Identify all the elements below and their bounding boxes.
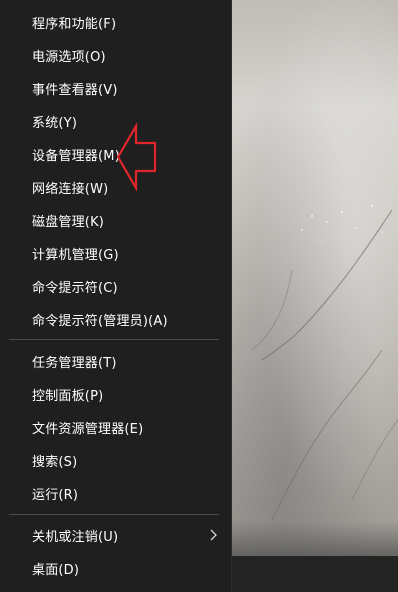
menu-separator [9,339,219,340]
taskbar-strip [232,556,398,592]
desktop-wallpaper [232,0,398,592]
menu-item-event-viewer[interactable]: 事件查看器(V) [0,73,230,103]
chevron-right-icon [210,529,217,541]
menu-item-label: 网络连接(W) [32,181,109,197]
menu-item-label: 桌面(D) [32,562,80,578]
menu-item-label: 运行(R) [32,487,79,503]
menu-item-control-panel[interactable]: 控制面板(P) [0,379,230,409]
menu-item-run[interactable]: 运行(R) [0,478,230,508]
menu-item-network-connections[interactable]: 网络连接(W) [0,172,230,202]
menu-item-system[interactable]: 系统(Y) [0,106,230,136]
menu-item-label: 磁盘管理(K) [32,214,105,230]
menu-item-power-options[interactable]: 电源选项(O) [0,40,230,70]
menu-item-command-prompt[interactable]: 命令提示符(C) [0,271,230,301]
menu-item-label: 任务管理器(T) [32,355,117,371]
menu-item-label: 事件查看器(V) [32,82,118,98]
menu-separator [9,514,219,515]
annotation-arrow-icon [116,123,157,191]
menu-item-label: 计算机管理(G) [32,247,119,263]
wallpaper-cracks [251,204,398,521]
menu-item-label: 命令提示符(C) [32,280,118,296]
menu-item-label: 搜索(S) [32,454,78,470]
menu-item-label: 文件资源管理器(E) [32,421,144,437]
menu-item-label: 设备管理器(M) [32,148,120,164]
menu-item-label: 程序和功能(F) [32,16,117,32]
menu-item-label: 控制面板(P) [32,388,104,404]
menu-item-desktop[interactable]: 桌面(D) [0,553,230,583]
menu-item-label: 关机或注销(U) [32,529,119,545]
menu-item-file-explorer[interactable]: 文件资源管理器(E) [0,412,230,442]
menu-item-computer-management[interactable]: 计算机管理(G) [0,238,230,268]
menu-item-disk-management[interactable]: 磁盘管理(K) [0,205,230,235]
menu-item-shutdown-signout[interactable]: 关机或注销(U) [0,520,230,550]
menu-item-label: 系统(Y) [32,115,78,131]
menu-item-command-prompt-admin[interactable]: 命令提示符(管理员)(A) [0,304,230,334]
power-user-menu: 程序和功能(F) 电源选项(O) 事件查看器(V) 系统(Y) 设备管理器(M)… [0,0,232,592]
menu-item-label: 电源选项(O) [32,49,106,65]
menu-item-device-manager[interactable]: 设备管理器(M) [0,139,230,169]
menu-item-search[interactable]: 搜索(S) [0,445,230,475]
menu-item-programs-features[interactable]: 程序和功能(F) [0,7,230,37]
menu-item-task-manager[interactable]: 任务管理器(T) [0,346,230,376]
menu-item-label: 命令提示符(管理员)(A) [32,313,168,329]
